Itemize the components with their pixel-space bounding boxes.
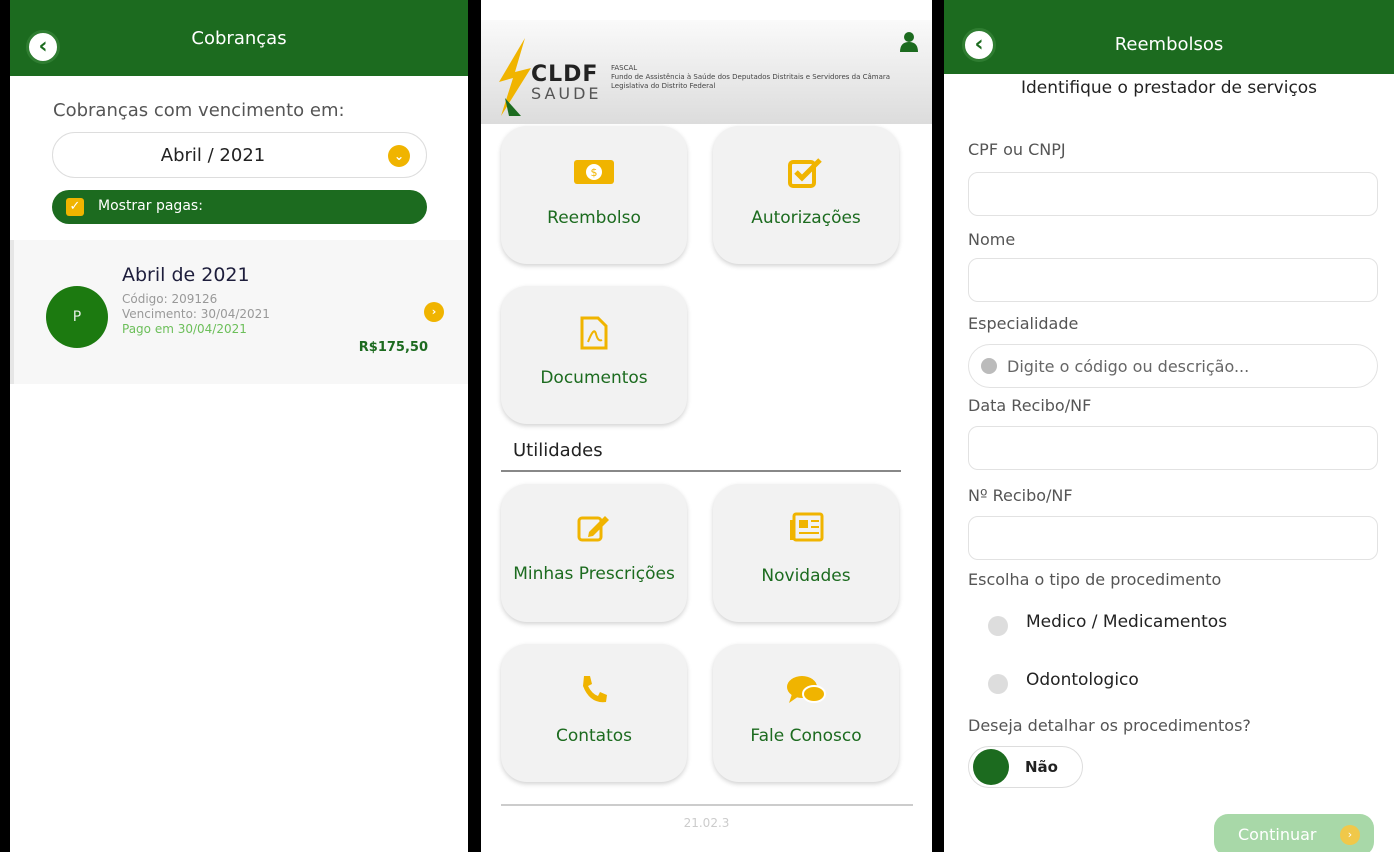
tile-label: Minhas Prescrições	[513, 564, 675, 584]
radio-label: Odontologico	[1026, 670, 1139, 690]
detail-switch[interactable]: Não	[968, 746, 1083, 788]
charge-code: Código: 209126	[122, 292, 218, 306]
nome-label: Nome	[968, 230, 1016, 249]
page-subtitle: Identifique o prestador de serviços	[1020, 78, 1318, 98]
checkbox-icon[interactable]: ✓	[66, 198, 84, 216]
pdf-icon	[501, 316, 687, 350]
especialidade-label: Especialidade	[968, 314, 1079, 333]
home-screen: CLDF SAUDE FASCAL Fundo de Assistência à…	[481, 0, 932, 852]
charge-title: Abril de 2021	[122, 264, 250, 286]
data-label: Data Recibo/NF	[968, 396, 1092, 415]
tile-prescricoes[interactable]: Minhas Prescrições	[501, 484, 687, 622]
tile-label: Documentos	[540, 368, 648, 388]
tile-novidades[interactable]: Novidades	[713, 484, 899, 622]
show-paid-label: Mostrar pagas:	[98, 198, 203, 214]
svg-text:$: $	[591, 166, 598, 179]
cobrancas-screen: ‹ Cobranças Cobranças com vencimento em:…	[10, 0, 468, 852]
cpf-input[interactable]	[968, 172, 1378, 216]
newspaper-icon	[713, 512, 899, 546]
footer-divider	[501, 804, 913, 806]
app-header: CLDF SAUDE FASCAL Fundo de Assistência à…	[481, 20, 932, 124]
cobrancas-topbar: ‹ Cobranças	[10, 0, 468, 76]
month-select[interactable]: Abril / 2021 ⌄	[52, 132, 427, 178]
logo-sub: SAUDE	[531, 84, 602, 103]
switch-knob[interactable]	[973, 749, 1009, 785]
tile-fale-conosco[interactable]: Fale Conosco	[713, 644, 899, 782]
money-icon: $	[501, 156, 687, 190]
tile-documentos[interactable]: Documentos	[501, 286, 687, 424]
numero-label: Nº Recibo/NF	[968, 486, 1073, 505]
divider	[501, 470, 901, 472]
logo-fascal: FASCAL	[611, 64, 638, 72]
logo-desc: FASCAL Fundo de Assistência à Saúde dos …	[611, 64, 891, 91]
phone-icon	[501, 674, 687, 708]
reembolsos-screen: ‹ Reembolsos Identifique o prestador de …	[944, 0, 1394, 852]
chat-icon	[713, 674, 899, 708]
show-paid-toggle[interactable]: ✓ Mostrar pagas:	[52, 190, 427, 224]
edit-icon	[501, 512, 687, 546]
logo-description: Fundo de Assistência à Saúde dos Deputad…	[611, 73, 891, 90]
chevron-down-icon: ⌄	[388, 145, 410, 167]
switch-label: Não	[1025, 758, 1058, 776]
tile-reembolso[interactable]: $ Reembolso	[501, 126, 687, 264]
radio-label: Medico / Medicamentos	[1026, 612, 1228, 632]
due-label: Cobranças com vencimento em:	[53, 100, 345, 121]
tile-label: Contatos	[555, 726, 633, 746]
search-icon	[981, 358, 997, 374]
logo-swoosh-icon	[499, 38, 531, 116]
chevron-right-icon: ›	[1340, 825, 1360, 845]
tile-label: Autorizações	[751, 208, 861, 228]
section-title: Utilidades	[513, 440, 603, 461]
tile-label: Fale Conosco	[750, 726, 862, 746]
checkbox-icon	[713, 156, 899, 190]
charge-paid: Pago em 30/04/2021	[122, 322, 247, 336]
especialidade-input[interactable]: Digite o código ou descrição...	[968, 344, 1378, 388]
numero-input[interactable]	[968, 516, 1378, 560]
avatar: P	[46, 286, 108, 348]
charge-due: Vencimento: 30/04/2021	[122, 307, 270, 321]
especialidade-placeholder: Digite o código ou descrição...	[1007, 357, 1250, 376]
radio-icon[interactable]	[988, 616, 1008, 636]
tile-autorizacoes[interactable]: Autorizações	[713, 126, 899, 264]
charge-amount: R$175,50	[358, 340, 428, 355]
app-version: 21.02.3	[683, 816, 730, 830]
continue-button[interactable]: Continuar ›	[1214, 814, 1374, 852]
charge-list-item[interactable]: P Abril de 2021 Código: 209126 Venciment…	[10, 240, 468, 384]
user-icon[interactable]	[900, 32, 918, 52]
chevron-right-icon[interactable]: ›	[424, 302, 444, 322]
month-value: Abril / 2021	[160, 145, 266, 166]
detail-label: Deseja detalhar os procedimentos?	[968, 716, 1251, 735]
tile-contatos[interactable]: Contatos	[501, 644, 687, 782]
tile-label: Reembolso	[547, 208, 641, 228]
cpf-label: CPF ou CNPJ	[968, 140, 1066, 159]
data-input[interactable]	[968, 426, 1378, 470]
page-title: Reembolsos	[1114, 34, 1224, 55]
reembolsos-topbar: ‹ Reembolsos	[944, 0, 1394, 74]
procedure-label: Escolha o tipo de procedimento	[968, 570, 1222, 589]
continue-label: Continuar	[1238, 825, 1317, 844]
radio-icon[interactable]	[988, 674, 1008, 694]
nome-input[interactable]	[968, 258, 1378, 302]
page-title: Cobranças	[191, 28, 287, 49]
tile-label: Novidades	[761, 566, 851, 586]
